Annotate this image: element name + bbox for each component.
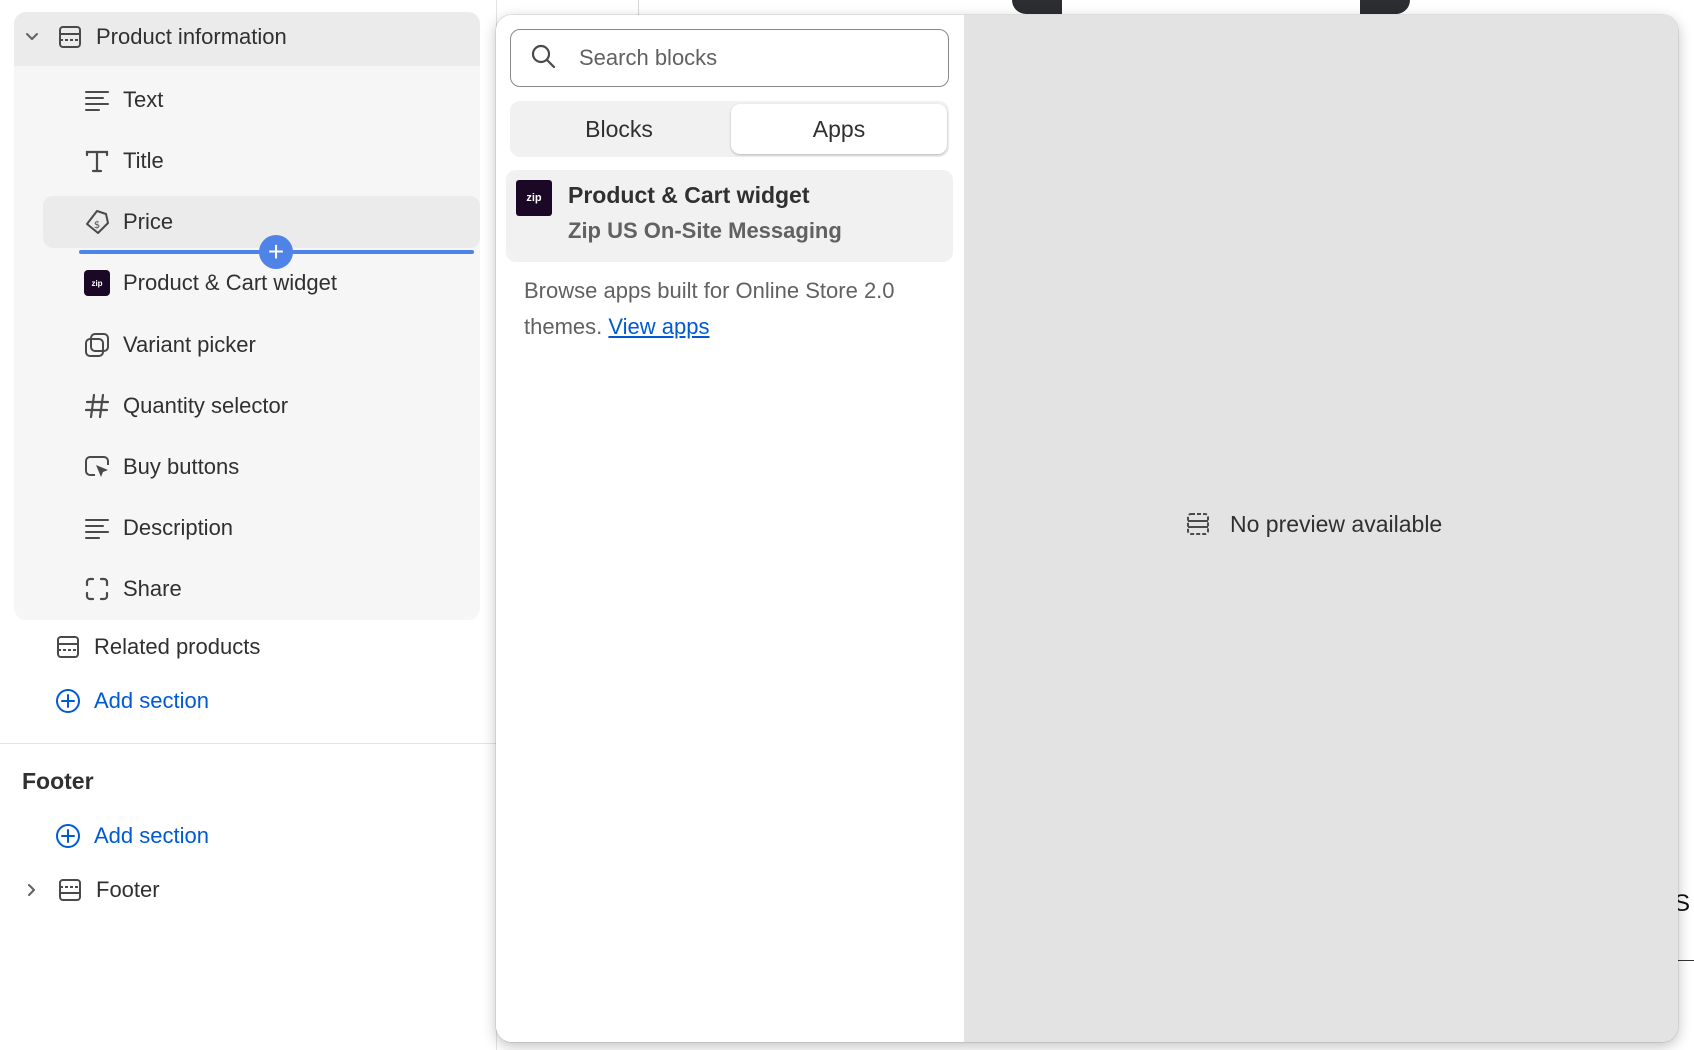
search-input[interactable] <box>579 45 939 71</box>
plus-circle-icon <box>54 822 82 850</box>
section-title: Product information <box>96 24 287 49</box>
block-price[interactable]: $ Price <box>83 204 173 240</box>
block-label: Share <box>123 576 182 601</box>
section-icon <box>56 876 84 904</box>
block-buy-buttons[interactable]: Buy buttons <box>83 449 239 485</box>
search-icon <box>529 42 557 75</box>
text-lines-icon <box>83 514 111 542</box>
block-label: Product & Cart widget <box>123 270 337 295</box>
zip-logo-icon: zip <box>516 180 552 216</box>
plus-circle-icon <box>54 687 82 715</box>
block-label: Quantity selector <box>123 393 289 418</box>
section-icon <box>54 633 82 661</box>
block-share[interactable]: Share <box>83 571 182 607</box>
no-preview-label: No preview available <box>1230 510 1443 537</box>
app-block-title: Product & Cart widget <box>568 182 810 208</box>
text-lines-icon <box>83 86 111 114</box>
block-label: Title <box>123 148 164 173</box>
section-related-products[interactable]: Related products <box>54 629 260 665</box>
section-icon <box>56 23 84 51</box>
tab-apps[interactable]: Apps <box>731 104 947 154</box>
block-picker-popover: Blocks Apps zip Product & Cart widget Zi… <box>496 15 1678 1042</box>
view-apps-link[interactable]: View apps <box>608 314 709 339</box>
block-preview-pane: No preview available <box>964 15 1678 1042</box>
add-section-label: Add section <box>94 688 209 713</box>
block-title[interactable]: Title <box>83 143 164 179</box>
section-label: Related products <box>94 634 261 659</box>
section-footer[interactable]: Footer <box>20 872 160 908</box>
add-section-label: Add section <box>94 823 209 848</box>
tab-blocks[interactable]: Blocks <box>510 101 728 157</box>
svg-text:$: $ <box>94 220 100 231</box>
section-icon <box>1187 513 1209 535</box>
block-variant-picker[interactable]: Variant picker <box>83 327 256 363</box>
preview-bag-strap-right <box>1360 0 1410 14</box>
cursor-click-icon <box>83 453 111 481</box>
preview-divider <box>638 0 639 16</box>
picker-panel: Blocks Apps zip Product & Cart widget Zi… <box>496 15 964 1042</box>
block-quantity-selector[interactable]: Quantity selector <box>83 388 288 424</box>
divider <box>0 743 496 744</box>
preview-bag-strap-left <box>1012 0 1062 14</box>
footer-group-title: Footer <box>22 768 94 794</box>
share-frame-icon <box>83 575 111 603</box>
block-label: Variant picker <box>123 332 256 357</box>
app-block-subtitle: Zip US On-Site Messaging <box>568 218 842 243</box>
block-description[interactable]: Description <box>83 510 233 546</box>
price-tag-icon: $ <box>83 208 111 236</box>
chevron-down-icon[interactable] <box>20 25 44 49</box>
preview-edge-line <box>1676 960 1694 961</box>
tab-switcher: Blocks Apps <box>510 101 949 157</box>
add-section-link[interactable]: Add section <box>54 683 209 719</box>
footer-add-section-link[interactable]: Add section <box>54 818 209 854</box>
insert-plus-button[interactable]: + <box>259 235 293 269</box>
block-text[interactable]: Text <box>83 82 163 118</box>
variant-picker-icon <box>83 331 111 359</box>
chevron-right-icon[interactable] <box>20 878 44 902</box>
browse-apps-text: Browse apps built for Online Store 2.0 t… <box>524 273 934 345</box>
search-box[interactable] <box>510 29 949 87</box>
block-label: Price <box>123 209 174 234</box>
block-label: Text <box>123 87 164 112</box>
block-product-cart-widget[interactable]: zip Product & Cart widget <box>83 265 337 301</box>
sidebar: Product information Text Title $ Price +… <box>0 0 496 1050</box>
hash-icon <box>83 392 111 420</box>
title-T-icon <box>83 147 111 175</box>
app-block-item[interactable]: zip Product & Cart widget Zip US On-Site… <box>506 170 953 262</box>
product-information-row[interactable]: Product information <box>20 19 287 55</box>
no-preview-message: No preview available <box>1184 510 1442 538</box>
zip-app-icon: zip <box>83 269 111 297</box>
section-label: Footer <box>96 877 160 902</box>
block-label: Description <box>123 515 234 540</box>
block-label: Buy buttons <box>123 454 240 479</box>
